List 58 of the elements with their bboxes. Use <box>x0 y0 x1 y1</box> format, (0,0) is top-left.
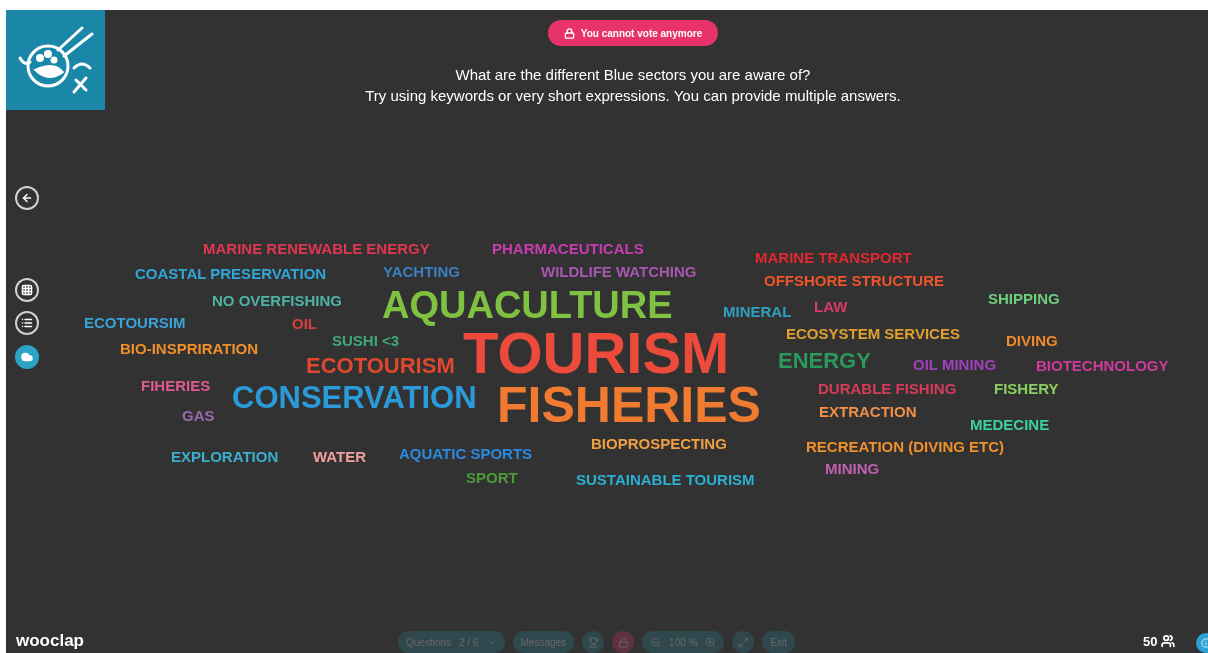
cloud-word: WILDLIFE WATCHING <box>541 263 697 279</box>
grid-icon <box>21 284 33 296</box>
cloud-word: DURABLE FISHING <box>818 380 957 396</box>
cloud-word: MINERAL <box>723 303 792 319</box>
cloud-word: MARINE RENEWABLE ENERGY <box>203 240 430 256</box>
cloud-word: BIOTECHNOLOGY <box>1036 357 1169 373</box>
status-text: You cannot vote anymore <box>580 26 703 41</box>
cloud-word: SUSHI <3 <box>332 332 400 348</box>
lock-icon <box>563 27 575 39</box>
cloud-word: SUSTAINABLE TOURISM <box>576 471 755 487</box>
cloud-icon <box>21 351 33 363</box>
lock-icon <box>617 636 629 648</box>
cloud-word: YACHTING <box>383 263 460 279</box>
question-instructions: Try using keywords or very short expressions. You can provide multiple answers. <box>365 86 901 106</box>
trophy-icon <box>587 636 599 648</box>
participant-count: 50 <box>1143 634 1158 648</box>
cloud-word: PHARMACEUTICALS <box>492 240 644 256</box>
cloud-word: SPORT <box>466 469 518 485</box>
cloud-word: OIL MINING <box>913 356 997 372</box>
brand-logo: wooclap <box>16 632 84 649</box>
cloud-word: ECOTOURISM <box>306 355 455 377</box>
cloud-word: FISHERIES <box>497 380 761 430</box>
cloud-word: MINING <box>825 460 880 476</box>
cloud-word: FISHERY <box>994 380 1059 396</box>
cloud-word: GAS <box>182 407 215 423</box>
cloud-word: AQUATIC SPORTS <box>399 445 533 461</box>
cloud-word: OFFSHORE STRUCTURE <box>764 272 944 288</box>
list-icon <box>21 317 33 329</box>
fullscreen-icon <box>737 636 749 648</box>
cloud-word: ENERGY <box>778 350 871 372</box>
cloud-word: COASTAL PRESERVATION <box>135 265 327 281</box>
cloud-word: RECREATION (DIVING ETC) <box>806 438 1005 454</box>
back-view-button[interactable] <box>15 186 39 210</box>
cloud-word: EXPLORATION <box>171 448 279 464</box>
cloud-word: LAW <box>814 298 848 314</box>
cloud-word: ECOSYSTEM SERVICES <box>786 325 960 341</box>
cloud-word: SHIPPING <box>988 290 1060 306</box>
list-view-button[interactable] <box>15 311 39 335</box>
cloud-word: TOURISM <box>463 324 730 382</box>
cloud-word: BIOPROSPECTING <box>591 435 727 451</box>
grid-view-button[interactable] <box>15 278 39 302</box>
cloud-word: AQUACULTURE <box>382 286 673 324</box>
cloud-word: NO OVERFISHING <box>212 292 342 308</box>
cloud-word: CONSERVATION <box>232 381 477 413</box>
cloud-word: DIVING <box>1006 332 1058 348</box>
users-icon <box>1161 634 1176 648</box>
back-icon <box>21 192 33 204</box>
question-title: What are the different Blue sectors you are aware of? <box>455 65 811 85</box>
cloud-word: BIO-INSPRIRATION <box>120 340 259 356</box>
cloud-word: ECOTOURSIM <box>84 314 186 330</box>
cloud-word: WATER <box>313 448 367 464</box>
cloud-word: MEDECINE <box>970 416 1050 432</box>
cloud-word: MARINE TRANSPORT <box>755 249 912 265</box>
cloud-word: OIL <box>292 315 317 331</box>
cloud-word: EXTRACTION <box>819 403 917 419</box>
caret-icon <box>486 637 497 647</box>
cloud-word: FIHERIES <box>141 377 211 393</box>
info-icon <box>1201 638 1208 648</box>
